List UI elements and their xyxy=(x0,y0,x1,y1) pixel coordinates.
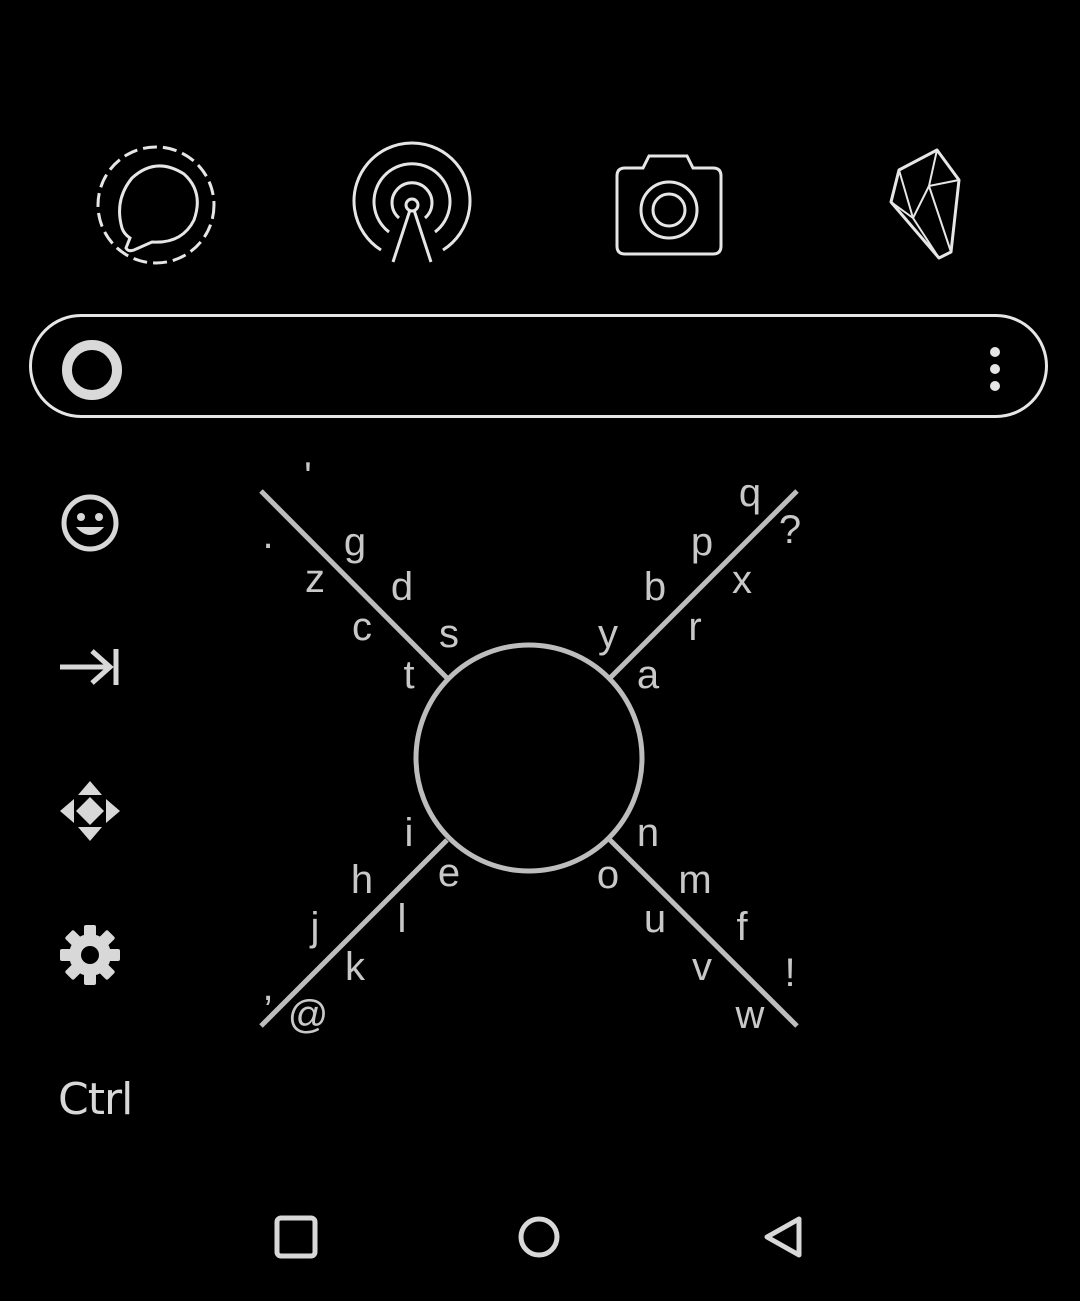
key-label: v xyxy=(692,945,712,989)
key-label: q xyxy=(739,471,761,515)
key-label: z xyxy=(305,557,325,601)
key-label: e xyxy=(438,851,460,895)
key-label: b xyxy=(644,565,666,609)
eight-pen-keyboard[interactable]: '. gz dc st q? px br ya ih e j lk, @ no mu fv ! w xyxy=(0,0,1080,1301)
key-label: , xyxy=(262,965,273,1009)
key-label: d xyxy=(391,565,413,609)
key-label: y xyxy=(598,612,618,656)
key-label: a xyxy=(637,653,660,697)
key-label: p xyxy=(691,520,713,564)
key-label: u xyxy=(644,897,666,941)
key-label: ? xyxy=(779,508,801,552)
key-label: g xyxy=(344,520,366,564)
key-label: w xyxy=(735,993,765,1037)
key-label: m xyxy=(678,858,711,902)
key-label: s xyxy=(439,612,459,656)
key-label: x xyxy=(732,558,752,602)
key-label: r xyxy=(688,605,701,649)
key-label: ! xyxy=(784,951,795,995)
recents-button[interactable] xyxy=(266,1207,326,1267)
key-label: j xyxy=(310,905,320,949)
key-label: i xyxy=(405,811,414,855)
keyboard-guides xyxy=(259,489,799,1028)
key-label: ' xyxy=(304,455,312,499)
key-label: @ xyxy=(288,993,329,1037)
back-button[interactable] xyxy=(755,1207,815,1267)
key-label: l xyxy=(398,897,407,941)
key-label: . xyxy=(262,513,273,557)
key-label: f xyxy=(736,905,748,949)
key-label: t xyxy=(403,653,414,697)
key-label: k xyxy=(345,945,366,989)
key-label: n xyxy=(637,811,659,855)
key-label: c xyxy=(352,605,372,649)
key-label: h xyxy=(351,858,373,902)
home-button[interactable] xyxy=(509,1207,569,1267)
key-label: o xyxy=(597,853,619,897)
